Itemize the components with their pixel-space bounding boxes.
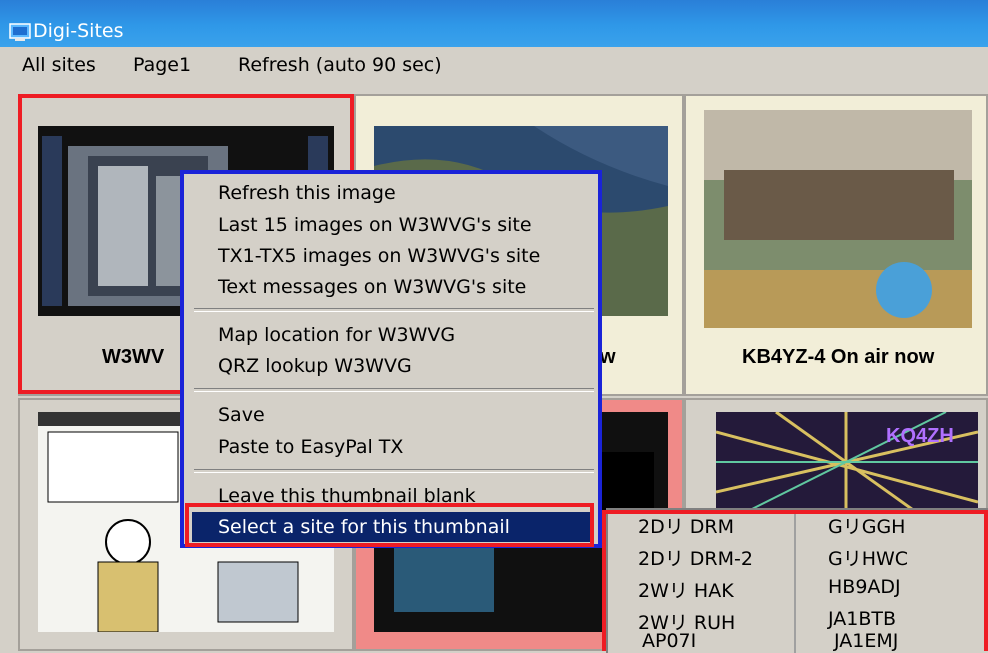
window-title: Digi-Sites (33, 20, 124, 42)
menu-all-sites[interactable]: All sites (22, 54, 96, 76)
ctx-qrz-lookup[interactable]: QRZ lookup W3WVG (218, 355, 412, 377)
annotation-red-box (602, 510, 988, 651)
ctx-save[interactable]: Save (218, 404, 265, 426)
ctx-last-15-images[interactable]: Last 15 images on W3WVG's site (218, 214, 532, 236)
annotation-red-box (185, 503, 594, 547)
context-menu: Refresh this image Last 15 images on W3W… (180, 170, 602, 548)
thumbnail-3-image (704, 110, 972, 328)
thumbnail-6-image: KQ4ZH (716, 412, 978, 512)
app-icon (9, 23, 31, 41)
ctx-separator (194, 308, 594, 312)
menu-refresh[interactable]: Refresh (auto 90 sec) (238, 54, 442, 76)
thumbnail-2-label: w (600, 346, 616, 368)
ctx-separator (194, 388, 594, 392)
thumbnail-3-label: KB4YZ-4 On air now (742, 346, 935, 368)
ctx-refresh-image[interactable]: Refresh this image (218, 182, 396, 204)
ctx-map-location[interactable]: Map location for W3WVG (218, 324, 455, 346)
thumbnail-3[interactable]: KB4YZ-4 On air now (684, 94, 988, 396)
ctx-paste-easypal[interactable]: Paste to EasyPal TX (218, 436, 403, 458)
title-bar: Digi-Sites (0, 0, 988, 47)
menu-page1[interactable]: Page1 (133, 54, 191, 76)
ctx-separator (194, 469, 594, 473)
ctx-tx1-tx5-images[interactable]: TX1-TX5 images on W3WVG's site (218, 245, 540, 267)
thumbnail-6-logo: KQ4ZH (886, 425, 954, 447)
ctx-text-messages[interactable]: Text messages on W3WVG's site (218, 276, 526, 298)
